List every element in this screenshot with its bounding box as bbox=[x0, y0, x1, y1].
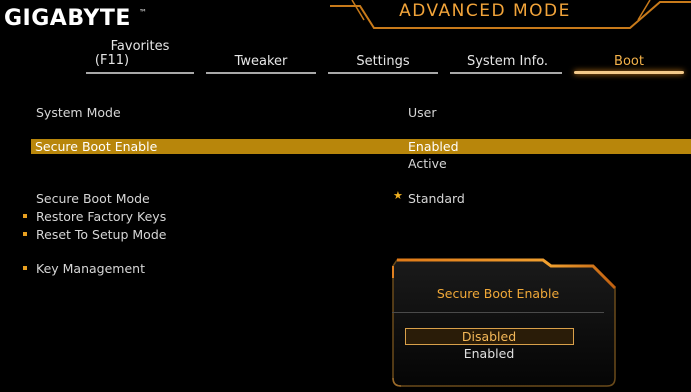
tab-system-info-underline bbox=[450, 72, 562, 74]
brand-logo: GIGABYTE bbox=[4, 6, 131, 31]
tab-favorites-underline bbox=[86, 72, 194, 74]
tab-tweaker-label: Tweaker bbox=[234, 54, 288, 69]
tab-favorites-label-line1: Favorites bbox=[110, 39, 170, 54]
tab-boot-underline bbox=[574, 71, 684, 74]
square-bullet-icon bbox=[23, 266, 27, 270]
key-management-item[interactable]: Key Management bbox=[36, 261, 145, 276]
secure-boot-enable-value: Enabled bbox=[408, 139, 459, 154]
mode-title: ADVANCED MODE bbox=[399, 1, 571, 21]
dialog-option-enabled[interactable]: Enabled bbox=[404, 346, 574, 361]
bios-screen: GIGABYTE ™ ADVANCED MODE Favorites (F11)… bbox=[0, 0, 691, 392]
secure-boot-mode-value[interactable]: Standard bbox=[408, 191, 465, 206]
tab-system-info-label: System Info. bbox=[466, 54, 549, 69]
secure-boot-status-value: Active bbox=[408, 156, 447, 171]
trademark-mark: ™ bbox=[139, 8, 147, 17]
star-icon: ★ bbox=[393, 189, 403, 202]
tab-boot-label: Boot bbox=[614, 54, 644, 69]
tab-settings-label: Settings bbox=[356, 54, 410, 69]
system-mode-label: System Mode bbox=[36, 105, 121, 120]
tab-tweaker-underline bbox=[206, 72, 316, 74]
square-bullet-icon bbox=[23, 232, 27, 236]
system-mode-value: User bbox=[408, 105, 437, 120]
restore-factory-keys-item[interactable]: Restore Factory Keys bbox=[36, 209, 166, 224]
dialog-frame bbox=[392, 258, 617, 387]
dialog-option-disabled[interactable]: Disabled bbox=[404, 329, 574, 344]
dialog-title: Secure Boot Enable bbox=[436, 286, 560, 301]
secure-boot-mode-label[interactable]: Secure Boot Mode bbox=[36, 191, 150, 206]
square-bullet-icon bbox=[23, 214, 27, 218]
tab-settings-underline bbox=[328, 72, 438, 74]
reset-to-setup-mode-item[interactable]: Reset To Setup Mode bbox=[36, 227, 166, 242]
secure-boot-enable-label: Secure Boot Enable bbox=[35, 139, 158, 154]
dialog-divider bbox=[392, 312, 604, 313]
tab-favorites-label-line2: (F11) bbox=[94, 53, 130, 68]
